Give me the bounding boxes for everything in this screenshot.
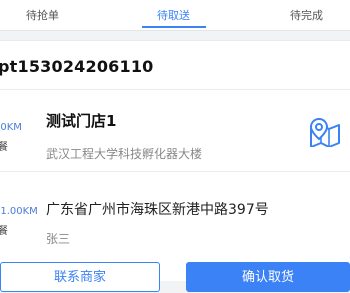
tab-pending-grab[interactable]: 待抢单	[26, 7, 59, 23]
recipient-name: 张三	[46, 232, 71, 246]
contact-merchant-button[interactable]: 联系商家	[0, 262, 160, 292]
divider	[0, 171, 350, 172]
pickup-distance: 00KM	[0, 122, 22, 133]
active-tab-indicator	[142, 26, 206, 28]
delivery-distance-label: 餐	[0, 226, 8, 237]
map-location-icon[interactable]	[307, 117, 343, 147]
tab-pending-complete[interactable]: 待完成	[290, 7, 323, 23]
order-card: pt153024206110 00KM 餐 测试门店1 武汉工程大学科技孵化器大…	[0, 40, 350, 292]
delivery-address: 广东省广州市海珠区新港中路397号	[46, 202, 269, 218]
divider	[0, 89, 350, 90]
pickup-distance-label: 餐	[0, 142, 8, 153]
order-id: pt153024206110	[0, 57, 154, 76]
store-name: 测试门店1	[46, 112, 117, 130]
delivery-distance: 31.00KM	[0, 206, 38, 217]
order-status-tabs: 待抢单 待取送 待完成	[0, 0, 350, 31]
store-address: 武汉工程大学科技孵化器大楼	[46, 147, 203, 161]
tab-pending-pickup[interactable]: 待取送	[157, 7, 190, 23]
confirm-pickup-button[interactable]: 确认取货	[186, 262, 350, 292]
